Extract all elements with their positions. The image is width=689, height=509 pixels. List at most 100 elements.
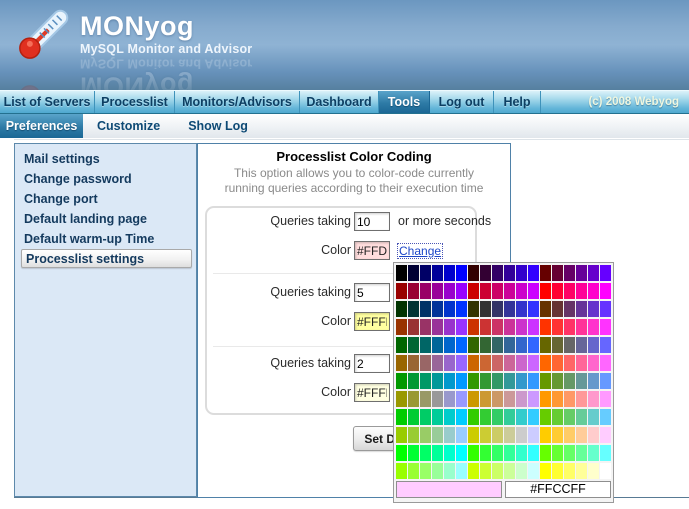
- palette-swatch-66cc00[interactable]: [540, 409, 551, 425]
- palette-swatch-cccccc[interactable]: [516, 427, 527, 443]
- palette-swatch-0033ff[interactable]: [456, 301, 467, 317]
- palette-swatch-66ff33[interactable]: [552, 445, 563, 461]
- palette-swatch-ff33cc[interactable]: [588, 319, 599, 335]
- palette-swatch-3300ff[interactable]: [528, 265, 539, 281]
- palette-swatch-663300[interactable]: [540, 301, 551, 317]
- palette-swatch-ffcccc[interactable]: [588, 427, 599, 443]
- color-value-input-1[interactable]: [354, 241, 390, 260]
- palette-swatch-9966ff[interactable]: [456, 355, 467, 371]
- palette-swatch-00ff00[interactable]: [396, 445, 407, 461]
- palette-swatch-66ff00[interactable]: [540, 445, 551, 461]
- palette-swatch-996699[interactable]: [432, 355, 443, 371]
- palette-swatch-333333[interactable]: [480, 301, 491, 317]
- palette-swatch-33ffff[interactable]: [528, 445, 539, 461]
- palette-swatch-330066[interactable]: [492, 265, 503, 281]
- palette-swatch-99cc00[interactable]: [396, 427, 407, 443]
- palette-swatch-003399[interactable]: [432, 301, 443, 317]
- palette-swatch-cc00ff[interactable]: [528, 283, 539, 299]
- palette-swatch-cc0099[interactable]: [504, 283, 515, 299]
- subnav-tab-customize[interactable]: Customize: [83, 114, 174, 138]
- palette-swatch-99cc66[interactable]: [420, 427, 431, 443]
- seconds-input-3[interactable]: [354, 354, 390, 373]
- palette-swatch-ffff33[interactable]: [552, 463, 563, 479]
- palette-swatch-cc6633[interactable]: [480, 355, 491, 371]
- palette-swatch-ff99cc[interactable]: [588, 391, 599, 407]
- palette-swatch-339900[interactable]: [468, 373, 479, 389]
- palette-swatch-ff9900[interactable]: [540, 391, 551, 407]
- palette-swatch-660033[interactable]: [552, 265, 563, 281]
- palette-swatch-000066[interactable]: [420, 265, 431, 281]
- palette-swatch-663333[interactable]: [552, 301, 563, 317]
- palette-swatch-993366[interactable]: [420, 319, 431, 335]
- palette-swatch-003333[interactable]: [408, 301, 419, 317]
- palette-swatch-ccff33[interactable]: [480, 463, 491, 479]
- palette-swatch-00ffcc[interactable]: [444, 445, 455, 461]
- palette-swatch-66cc66[interactable]: [564, 409, 575, 425]
- palette-swatch-3399ff[interactable]: [528, 373, 539, 389]
- color-value-input-2[interactable]: [354, 312, 390, 331]
- palette-swatch-ff3399[interactable]: [576, 319, 587, 335]
- palette-swatch-ff0066[interactable]: [564, 283, 575, 299]
- nav-tab-dashboard[interactable]: Dashboard: [300, 91, 379, 113]
- palette-swatch-ff0000[interactable]: [540, 283, 551, 299]
- palette-swatch-99cc99[interactable]: [432, 427, 443, 443]
- palette-swatch-6633cc[interactable]: [588, 301, 599, 317]
- palette-swatch-66cc33[interactable]: [552, 409, 563, 425]
- palette-swatch-cc9900[interactable]: [468, 391, 479, 407]
- palette-swatch-999999[interactable]: [432, 391, 443, 407]
- palette-swatch-cc66cc[interactable]: [516, 355, 527, 371]
- palette-swatch-000099[interactable]: [432, 265, 443, 281]
- palette-swatch-339999[interactable]: [504, 373, 515, 389]
- palette-swatch-00cc66[interactable]: [420, 409, 431, 425]
- palette-swatch-336666[interactable]: [492, 337, 503, 353]
- palette-swatch-cc9999[interactable]: [504, 391, 515, 407]
- palette-swatch-006666[interactable]: [420, 337, 431, 353]
- palette-swatch-666666[interactable]: [564, 337, 575, 353]
- palette-swatch-ff9933[interactable]: [552, 391, 563, 407]
- palette-swatch-ff0033[interactable]: [552, 283, 563, 299]
- palette-swatch-ffcc99[interactable]: [576, 427, 587, 443]
- palette-swatch-ff00ff[interactable]: [600, 283, 611, 299]
- palette-swatch-990033[interactable]: [408, 283, 419, 299]
- palette-swatch-99cccc[interactable]: [444, 427, 455, 443]
- palette-swatch-00ff99[interactable]: [432, 445, 443, 461]
- palette-swatch-ff0099[interactable]: [576, 283, 587, 299]
- palette-swatch-330033[interactable]: [480, 265, 491, 281]
- palette-swatch-ff3333[interactable]: [552, 319, 563, 335]
- palette-swatch-99cc33[interactable]: [408, 427, 419, 443]
- palette-swatch-99ff33[interactable]: [408, 463, 419, 479]
- palette-swatch-ccff66[interactable]: [492, 463, 503, 479]
- palette-swatch-660000[interactable]: [540, 265, 551, 281]
- palette-swatch-009999[interactable]: [432, 373, 443, 389]
- palette-swatch-663399[interactable]: [576, 301, 587, 317]
- palette-swatch-3366ff[interactable]: [528, 337, 539, 353]
- palette-swatch-663366[interactable]: [564, 301, 575, 317]
- palette-swatch-33cc99[interactable]: [504, 409, 515, 425]
- palette-swatch-33ff99[interactable]: [504, 445, 515, 461]
- palette-swatch-66cccc[interactable]: [588, 409, 599, 425]
- sidebar-item-default-landing-page[interactable]: Default landing page: [15, 209, 196, 229]
- palette-swatch-66cc99[interactable]: [576, 409, 587, 425]
- palette-swatch-ff9966[interactable]: [564, 391, 575, 407]
- palette-swatch-ffff66[interactable]: [564, 463, 575, 479]
- palette-swatch-6600ff[interactable]: [600, 265, 611, 281]
- nav-tab-monitors-advisors[interactable]: Monitors/Advisors: [175, 91, 300, 113]
- palette-swatch-cc9933[interactable]: [480, 391, 491, 407]
- palette-swatch-66ff99[interactable]: [576, 445, 587, 461]
- palette-swatch-6633ff[interactable]: [600, 301, 611, 317]
- palette-swatch-0099ff[interactable]: [456, 373, 467, 389]
- palette-swatch-33cc33[interactable]: [480, 409, 491, 425]
- palette-swatch-33cccc[interactable]: [516, 409, 527, 425]
- palette-swatch-333399[interactable]: [504, 301, 515, 317]
- palette-swatch-660066[interactable]: [564, 265, 575, 281]
- nav-tab-help[interactable]: Help: [494, 91, 541, 113]
- palette-swatch-00cc33[interactable]: [408, 409, 419, 425]
- palette-swatch-33ccff[interactable]: [528, 409, 539, 425]
- palette-swatch-cccc66[interactable]: [492, 427, 503, 443]
- palette-swatch-999900[interactable]: [396, 391, 407, 407]
- palette-swatch-ccff00[interactable]: [468, 463, 479, 479]
- seconds-input-2[interactable]: [354, 283, 390, 302]
- palette-swatch-cc3300[interactable]: [468, 319, 479, 335]
- palette-swatch-3300cc[interactable]: [516, 265, 527, 281]
- palette-swatch-cccc33[interactable]: [480, 427, 491, 443]
